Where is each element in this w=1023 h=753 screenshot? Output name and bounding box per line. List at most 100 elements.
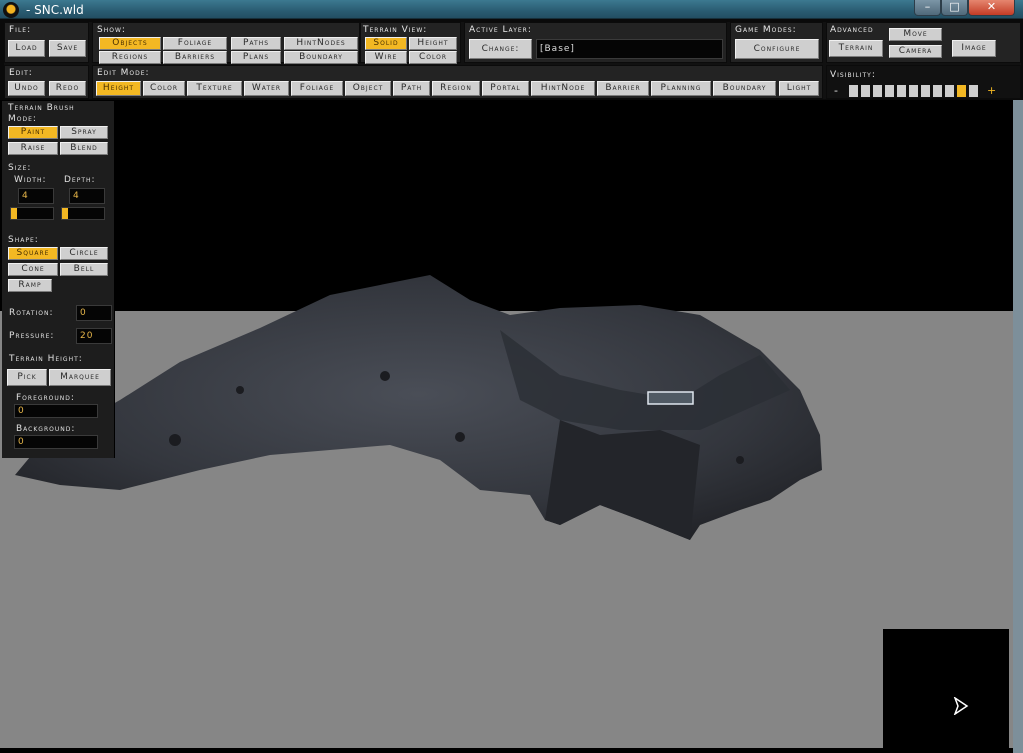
shape-circle-button[interactable]: Circle	[60, 247, 108, 260]
depth-slider[interactable]	[61, 207, 105, 220]
editor-window: - SNC.wld – □ ✕ File: Load Save Show: Ob…	[0, 0, 1023, 753]
shape-square-button[interactable]: Square	[8, 247, 58, 260]
visibility-minus[interactable]: -	[834, 84, 839, 97]
visibility-step[interactable]	[969, 85, 978, 97]
visibility-step[interactable]	[909, 85, 918, 97]
minimize-button[interactable]: –	[914, 0, 941, 16]
depth-label: Depth:	[64, 175, 96, 185]
mode-color-button[interactable]: Color	[143, 81, 185, 96]
depth-field[interactable]: 4	[69, 188, 105, 204]
save-button[interactable]: Save	[49, 40, 86, 57]
size-label: Size:	[8, 163, 32, 173]
show-regions-button[interactable]: Regions	[99, 51, 161, 64]
width-field[interactable]: 4	[18, 188, 54, 204]
mode-foliage-button[interactable]: Foliage	[291, 81, 343, 96]
shape-ramp-button[interactable]: Ramp	[8, 279, 52, 292]
game-logo-icon[interactable]	[3, 2, 19, 18]
visibility-panel: Visibility: - +	[826, 65, 1021, 99]
view-wire-button[interactable]: Wire	[365, 51, 407, 64]
mode-boundary-button[interactable]: Boundary	[713, 81, 776, 96]
undo-button[interactable]: Undo	[8, 81, 45, 96]
background-field[interactable]: 0	[14, 435, 98, 449]
terrain-crater	[236, 386, 244, 394]
visibility-step[interactable]	[885, 85, 894, 97]
window-frame-edge	[1013, 100, 1023, 753]
mode-barrier-button[interactable]: Barrier	[597, 81, 649, 96]
image-button[interactable]: Image	[952, 40, 996, 57]
edit-label: Edit:	[9, 68, 33, 78]
brush-blend-button[interactable]: Blend	[60, 142, 108, 155]
slider-thumb[interactable]	[62, 208, 68, 219]
mode-path-button[interactable]: Path	[393, 81, 430, 96]
width-label: Width:	[14, 175, 47, 185]
view-solid-button[interactable]: Solid	[365, 37, 407, 50]
visibility-plus[interactable]: +	[987, 84, 997, 97]
show-hintnodes-button[interactable]: HintNodes	[284, 37, 358, 50]
view-color-button[interactable]: Color	[409, 51, 457, 64]
mode-height-button[interactable]: Height	[96, 81, 141, 96]
mode-region-button[interactable]: Region	[432, 81, 480, 96]
width-slider[interactable]	[10, 207, 54, 220]
shape-cone-button[interactable]: Cone	[8, 263, 58, 276]
foreground-field[interactable]: 0	[14, 404, 98, 418]
visibility-step[interactable]	[861, 85, 870, 97]
game-modes-label: Game Modes:	[735, 25, 797, 35]
pick-button[interactable]: Pick	[7, 369, 47, 386]
3d-viewport[interactable]	[0, 100, 1023, 753]
visibility-label: Visibility:	[830, 70, 876, 80]
close-button[interactable]: ✕	[968, 0, 1015, 16]
advanced-label: Advanced	[830, 25, 874, 35]
pointer-cursor-icon	[953, 697, 969, 715]
show-boundary-button[interactable]: Boundary	[284, 51, 358, 64]
mode-object-button[interactable]: Object	[345, 81, 391, 96]
brush-spray-button[interactable]: Spray	[60, 126, 108, 139]
window-title: - SNC.wld	[26, 3, 84, 17]
slider-thumb[interactable]	[11, 208, 17, 219]
visibility-step[interactable]	[957, 85, 966, 97]
mode-portal-button[interactable]: Portal	[482, 81, 529, 96]
minimap-preview[interactable]	[883, 629, 1009, 748]
show-plans-button[interactable]: Plans	[231, 51, 281, 64]
view-height-button[interactable]: Height	[409, 37, 457, 50]
visibility-step[interactable]	[921, 85, 930, 97]
mode-light-button[interactable]: Light	[779, 81, 819, 96]
show-objects-button[interactable]: Objects	[99, 37, 161, 50]
title-bar[interactable]: - SNC.wld – □ ✕	[0, 0, 1023, 19]
show-barriers-button[interactable]: Barriers	[163, 51, 227, 64]
terrain-crater	[380, 371, 390, 381]
brush-raise-button[interactable]: Raise	[8, 142, 58, 155]
terrain-mesh[interactable]	[0, 100, 1013, 753]
pressure-field[interactable]: 20	[76, 328, 112, 344]
move-button[interactable]: Move	[889, 28, 942, 41]
show-label: Show:	[97, 25, 126, 35]
visibility-step[interactable]	[897, 85, 906, 97]
brush-paint-button[interactable]: Paint	[8, 126, 58, 139]
advanced-terrain-button[interactable]: Terrain	[829, 40, 883, 57]
visibility-step[interactable]	[933, 85, 942, 97]
redo-button[interactable]: Redo	[49, 81, 86, 96]
visibility-step[interactable]	[849, 85, 858, 97]
terrain-crater	[455, 432, 465, 442]
mode-texture-button[interactable]: Texture	[187, 81, 242, 96]
visibility-step[interactable]	[945, 85, 954, 97]
marquee-button[interactable]: Marquee	[49, 369, 111, 386]
mode-water-button[interactable]: Water	[244, 81, 289, 96]
show-paths-button[interactable]: Paths	[231, 37, 281, 50]
show-foliage-button[interactable]: Foliage	[163, 37, 227, 50]
rotation-label: Rotation:	[9, 308, 54, 318]
mode-planning-button[interactable]: Planning	[651, 81, 711, 96]
active-layer-field[interactable]: [Base]	[536, 39, 723, 59]
terrain-crater	[169, 434, 181, 446]
shape-bell-button[interactable]: Bell	[60, 263, 108, 276]
load-button[interactable]: Load	[8, 40, 45, 57]
configure-button[interactable]: Configure	[735, 39, 819, 59]
visibility-step[interactable]	[873, 85, 882, 97]
mode-hintnode-button[interactable]: HintNode	[531, 81, 595, 96]
change-layer-button[interactable]: Change:	[469, 39, 532, 59]
maximize-button[interactable]: □	[941, 0, 968, 16]
file-label: File:	[9, 25, 32, 35]
camera-button[interactable]: Camera	[889, 45, 942, 58]
terrain-brush-panel: Terrain Brush Mode: Paint Spray Raise Bl…	[2, 101, 115, 458]
rotation-field[interactable]: 0	[76, 305, 112, 321]
selected-object-box[interactable]	[647, 391, 694, 405]
